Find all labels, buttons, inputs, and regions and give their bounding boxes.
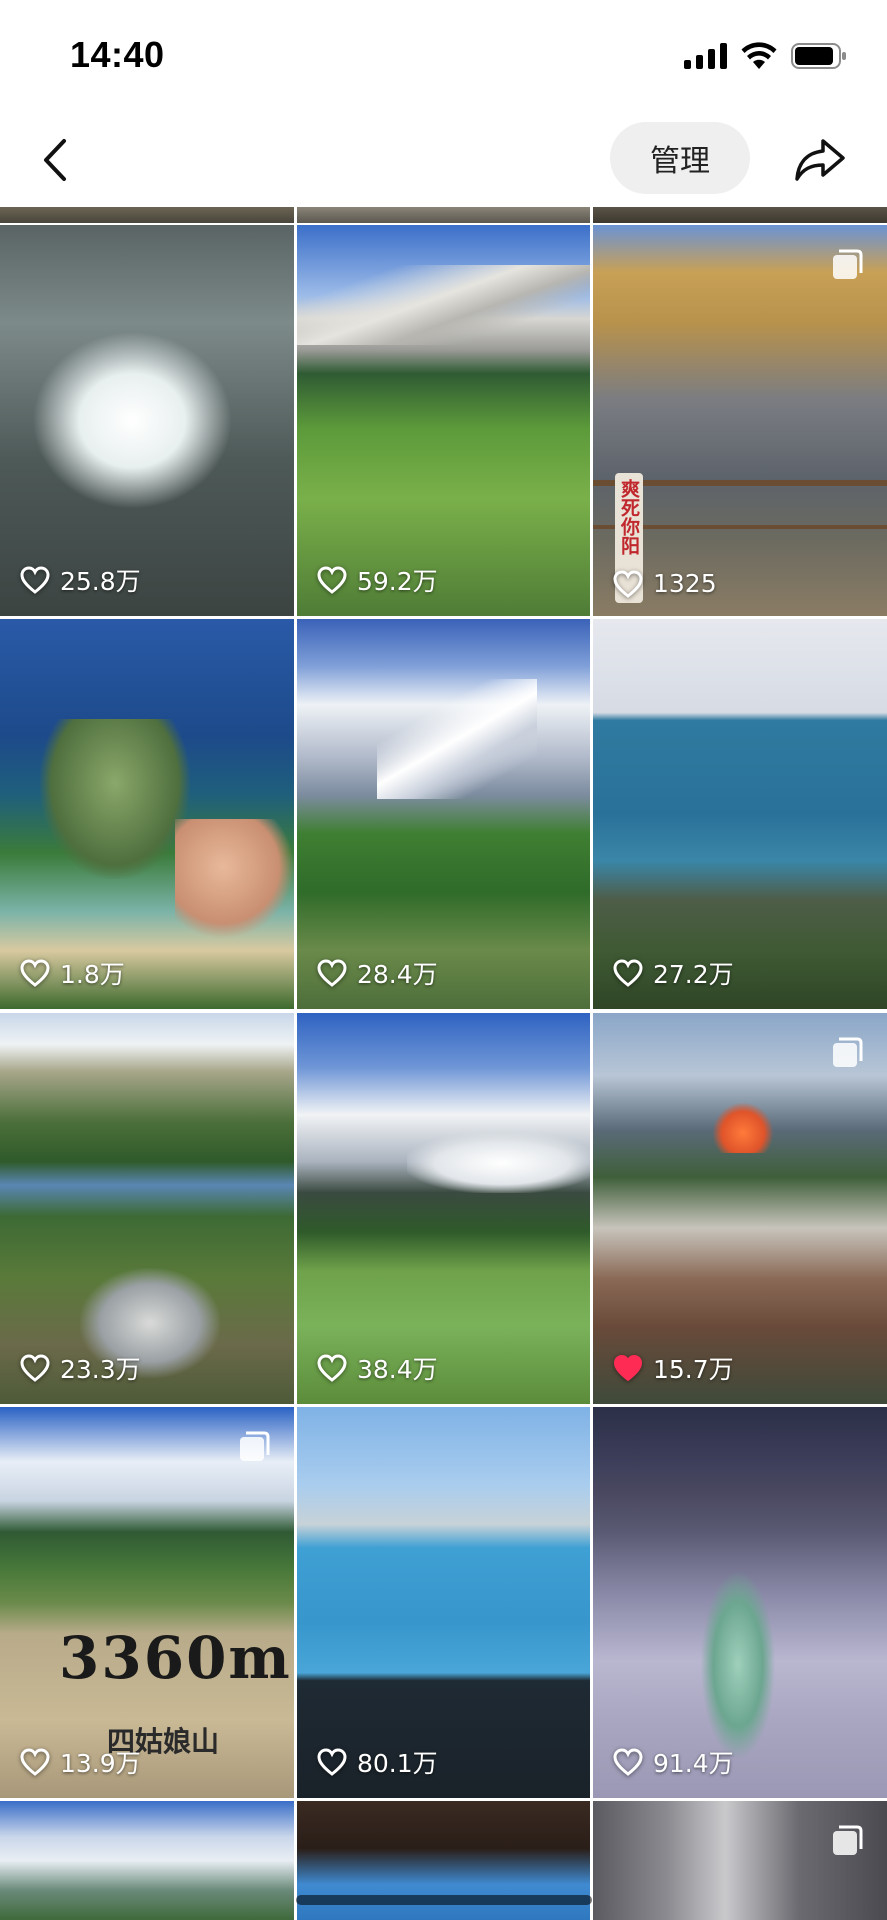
cellular-signal-icon [684,42,727,69]
grid-tile-partial[interactable] [0,207,294,223]
grid-tile-mountain-horse[interactable]: 59.2万 [297,225,590,616]
like-count-text: 59.2万 [357,567,438,596]
like-count: 13.9万 [20,1744,141,1780]
like-count-text: 27.2万 [653,960,734,989]
status-bar: 14:40 [0,0,887,112]
like-count: 38.4万 [317,1350,438,1386]
grid-tile-waterfall[interactable]: 25.8万 [0,225,294,616]
grid-tile-partial[interactable] [593,207,887,223]
grid-tile-partial-mountain[interactable] [0,1801,294,1920]
like-count: 23.3万 [20,1350,141,1386]
multi-photo-icon [240,1431,270,1461]
like-count: 91.4万 [613,1744,734,1780]
grid-tile-matterhorn-village[interactable]: 15.7万 [593,1013,887,1404]
grid-tile-partial-street[interactable] [593,1801,887,1920]
grid-tile-golden-peaks[interactable]: 爽死你阳 1325 [593,225,887,616]
home-indicator[interactable] [296,1895,592,1905]
like-count: 59.2万 [317,562,438,598]
share-arrow-icon [795,139,845,181]
like-count-text: 80.1万 [357,1749,438,1778]
like-count-text: 13.9万 [60,1749,141,1778]
share-button[interactable] [792,132,848,188]
heart-outline-icon [20,1354,50,1382]
like-count-text: 23.3万 [60,1355,141,1384]
grid-tile-snow-peak-valley[interactable]: 28.4万 [297,619,590,1009]
nav-bar: 管理 [0,112,887,207]
like-count: 1325 [613,569,717,598]
wifi-icon [741,42,777,69]
status-icons [684,42,847,69]
like-count-text: 28.4万 [357,960,438,989]
manage-button[interactable]: 管理 [610,122,750,194]
like-count: 27.2万 [613,955,734,991]
like-count-text: 25.8万 [60,567,141,596]
like-count-text: 38.4万 [357,1355,438,1384]
heart-outline-icon [317,1354,347,1382]
like-count-text: 1325 [653,569,717,598]
heart-outline-icon [317,1748,347,1776]
grid-tile-partial[interactable] [297,207,590,223]
sign-post-text: 爽死你阳 [618,479,640,555]
grid-tile-lake-train-window[interactable]: 80.1万 [297,1407,590,1798]
multi-photo-icon [833,249,863,279]
heart-outline-icon [20,566,50,594]
grid-tile-cliff-heart[interactable]: 1.8万 [0,619,294,1009]
chevron-left-icon [44,139,66,181]
heart-outline-icon [20,1748,50,1776]
like-count: 15.7万 [613,1350,734,1386]
like-count-text: 1.8万 [60,960,125,989]
grid-tile-siguniang-sign[interactable]: 3360m 四姑娘山 13.9万 [0,1407,294,1798]
heart-filled-icon [613,1354,643,1382]
back-button[interactable] [30,132,80,188]
like-count-text: 91.4万 [653,1749,734,1778]
status-time: 14:40 [70,34,165,75]
grid-tile-ski-slope[interactable]: 91.4万 [593,1407,887,1798]
heart-outline-icon [20,959,50,987]
like-count: 28.4万 [317,955,438,991]
grid-tile-lake-hikers[interactable]: 23.3万 [0,1013,294,1404]
multi-photo-icon [833,1037,863,1067]
photo-grid: 25.8万 59.2万 爽死你阳 1325 1.8万 28.4万 27.2万 2… [0,207,887,1920]
like-count: 1.8万 [20,955,125,991]
grid-tile-sea-cliff[interactable]: 27.2万 [593,619,887,1009]
heart-outline-icon [613,1748,643,1776]
altitude-sign-text: 3360m [59,1624,292,1692]
multi-photo-icon [833,1825,863,1855]
heart-outline-icon [317,959,347,987]
heart-outline-icon [613,959,643,987]
grid-tile-snow-peak-meadow[interactable]: 38.4万 [297,1013,590,1404]
heart-outline-icon [613,569,643,598]
like-count: 80.1万 [317,1744,438,1780]
like-count: 25.8万 [20,562,141,598]
battery-icon [791,42,847,69]
like-count-text: 15.7万 [653,1355,734,1384]
heart-outline-icon [317,566,347,594]
